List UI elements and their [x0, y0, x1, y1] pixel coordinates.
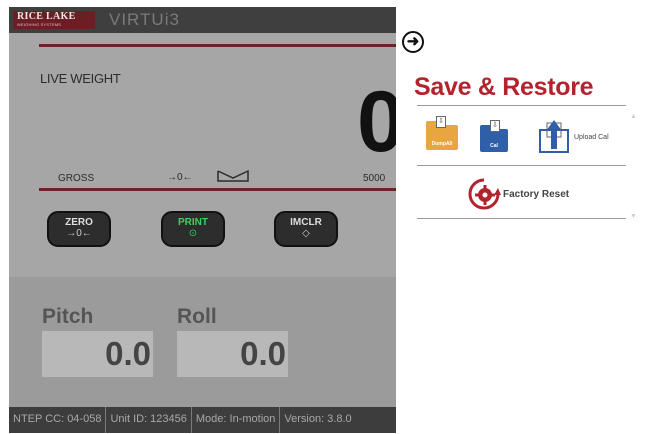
imclr-button[interactable]: IMCLR ◇: [274, 211, 338, 247]
upload-cal-button[interactable]: [536, 119, 572, 158]
motion-icon: [217, 169, 249, 182]
brand-name: RICE LAKE: [17, 11, 76, 22]
factory-reset-label: Factory Reset: [503, 189, 570, 200]
pitch-value: 0.0: [105, 335, 151, 372]
upload-icon: [539, 120, 569, 153]
roll-value: 0.0: [240, 335, 286, 372]
pitch-label: Pitch: [42, 305, 94, 328]
divider: [417, 218, 626, 219]
print-icon: ⊙: [188, 228, 198, 239]
zero-button[interactable]: ZERO →0←: [47, 211, 111, 247]
factory-reset-icon: [468, 178, 501, 210]
live-weight-label: LIVE WEIGHT: [40, 71, 121, 86]
cal-folder-icon: ⇩ Cal: [480, 120, 508, 152]
capacity-value: 5000: [363, 173, 386, 184]
top-bar: RICE LAKE WEIGHING SYSTEMS VIRTUi3: [9, 7, 396, 33]
cal-label: Cal: [490, 143, 498, 149]
arrow-right-icon: ➜: [406, 33, 420, 50]
close-panel-button[interactable]: ➜: [402, 31, 424, 53]
divider-top: [39, 44, 396, 47]
app-main-view: RICE LAKE WEIGHING SYSTEMS VIRTUi3 LIVE …: [9, 7, 396, 433]
upload-cal-label: Upload Cal: [574, 134, 609, 141]
version-status: Version: 3.8.0: [284, 413, 352, 425]
panel-title: Save & Restore: [414, 73, 594, 101]
unit-id-status: Unit ID: 123456: [106, 407, 192, 433]
print-button-label: PRINT: [178, 217, 208, 228]
product-name: VIRTUi3: [109, 10, 180, 29]
divider-bottom: [39, 188, 396, 191]
zero-icon: →0←: [66, 228, 92, 239]
screen: RICE LAKE WEIGHING SYSTEMS VIRTUi3 LIVE …: [0, 0, 647, 434]
roll-display: 0.0: [177, 331, 288, 377]
pitch-display: 0.0: [42, 331, 153, 377]
roll-label: Roll: [177, 305, 217, 328]
imclr-icon: ◇: [302, 228, 310, 239]
center-of-zero-indicator: →0←: [167, 172, 193, 183]
mode-status: Mode: In-motion: [192, 407, 281, 433]
ntep-status: NTEP CC: 04-058: [9, 407, 107, 433]
print-button[interactable]: PRINT ⊙: [161, 211, 225, 247]
brand-logo: RICE LAKE WEIGHING SYSTEMS: [13, 11, 95, 29]
imclr-button-label: IMCLR: [290, 217, 322, 228]
download-icon: ⇩: [490, 120, 500, 132]
gross-net-indicator: GROSS: [58, 173, 95, 184]
factory-reset-button[interactable]: Factory Reset: [467, 177, 587, 211]
zero-button-label: ZERO: [65, 217, 93, 228]
scroll-up-arrow[interactable]: ▲: [630, 113, 637, 120]
brand-subtitle: WEIGHING SYSTEMS: [17, 22, 62, 27]
weight-value: 0: [357, 74, 396, 170]
save-restore-panel: ➜ Save & Restore ▲ ⇩ DumpAll ⇩ Cal Uploa…: [396, 7, 640, 433]
download-icon: ⇩: [436, 116, 446, 128]
divider: [417, 165, 626, 166]
dump-all-folder-icon: ⇩ DumpAll: [426, 116, 458, 150]
status-bar: NTEP CC: 04-058 Unit ID: 123456 Mode: In-m…: [9, 407, 396, 433]
scroll-down-arrow[interactable]: ▼: [630, 213, 637, 220]
divider: [417, 105, 626, 106]
dump-all-label: DumpAll: [431, 141, 453, 147]
